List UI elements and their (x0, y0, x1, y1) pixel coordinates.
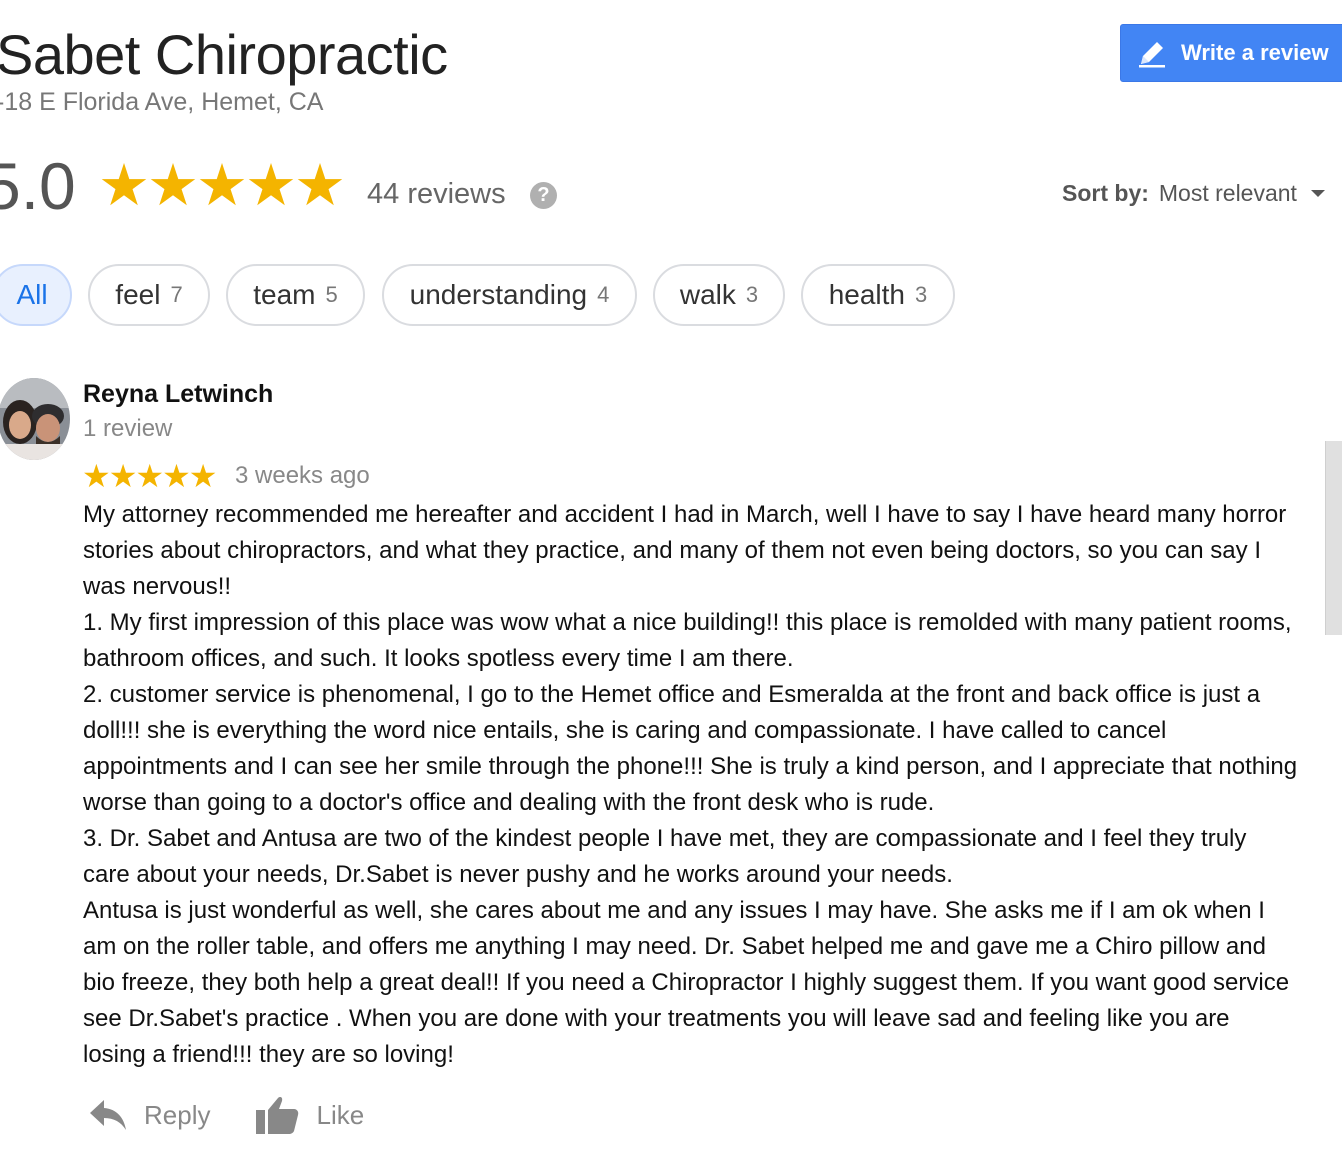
business-address: -18 E Florida Ave, Hemet, CA (0, 88, 324, 116)
sort-control[interactable]: Sort by: Most relevant (1062, 180, 1325, 207)
chip-label: health (828, 279, 906, 310)
help-icon[interactable]: ? (530, 182, 557, 209)
chip-label: All (16, 279, 48, 310)
chip-label: walk (679, 279, 736, 310)
overall-rating: 5.0 (0, 149, 76, 223)
review-text: My attorney recommended me hereafter and… (83, 497, 1298, 1073)
chip-count: 3 (745, 282, 759, 307)
overall-stars: ★★★★★ (98, 153, 346, 218)
review-actions: Reply Like (88, 1094, 408, 1136)
chip-count: 4 (597, 282, 610, 307)
review-date: 3 weeks ago (235, 462, 370, 489)
review-paragraph: My attorney recommended me hereafter and… (83, 501, 1287, 600)
reviewer-avatar[interactable] (0, 378, 70, 460)
filter-chip-health[interactable]: health 3 (801, 264, 955, 326)
reviewer-review-count: 1 review (83, 415, 173, 442)
chip-count: 7 (170, 282, 183, 307)
reply-label: Reply (144, 1099, 211, 1130)
review-stars: ★★★★★ (82, 458, 217, 494)
business-name: Sabet Chiropractic (0, 23, 448, 86)
thumbs-up-icon (256, 1097, 299, 1134)
write-review-label: Write a review (1181, 40, 1329, 65)
like-label: Like (316, 1099, 365, 1130)
reply-icon (90, 1100, 126, 1130)
review-count-link[interactable]: 44 reviews (367, 178, 506, 211)
chip-label: team (253, 279, 316, 310)
reply-button[interactable]: Reply (88, 1098, 210, 1132)
filter-chip-understanding[interactable]: understanding 4 (382, 264, 637, 326)
scrollbar[interactable] (1325, 441, 1342, 635)
pencil-icon (1135, 36, 1169, 70)
review-paragraph: Antusa is just wonderful as well, she ca… (83, 897, 1290, 1068)
filter-chip-walk[interactable]: walk 3 (653, 264, 785, 326)
review-paragraph: 2. customer service is phenomenal, I go … (83, 681, 1298, 816)
chip-count: 5 (325, 282, 338, 307)
filter-chip-team[interactable]: team 5 (226, 264, 365, 326)
review-paragraph: 1. My first impression of this place was… (83, 609, 1292, 672)
like-button[interactable]: Like (254, 1094, 364, 1136)
write-review-button[interactable]: Write a review (1120, 24, 1342, 82)
review-paragraph: 3. Dr. Sabet and Antusa are two of the k… (83, 825, 1247, 888)
sort-value: Most relevant (1158, 180, 1297, 206)
filter-chip-all[interactable]: All (0, 264, 72, 326)
reviewer-name[interactable]: Reyna Letwinch (83, 380, 273, 409)
chip-count: 3 (915, 282, 928, 307)
sort-label: Sort by: (1062, 180, 1149, 206)
filter-chip-feel[interactable]: feel 7 (88, 264, 210, 326)
chip-label: feel (115, 279, 161, 310)
chevron-down-icon (1310, 190, 1325, 197)
chip-label: understanding (409, 279, 588, 310)
